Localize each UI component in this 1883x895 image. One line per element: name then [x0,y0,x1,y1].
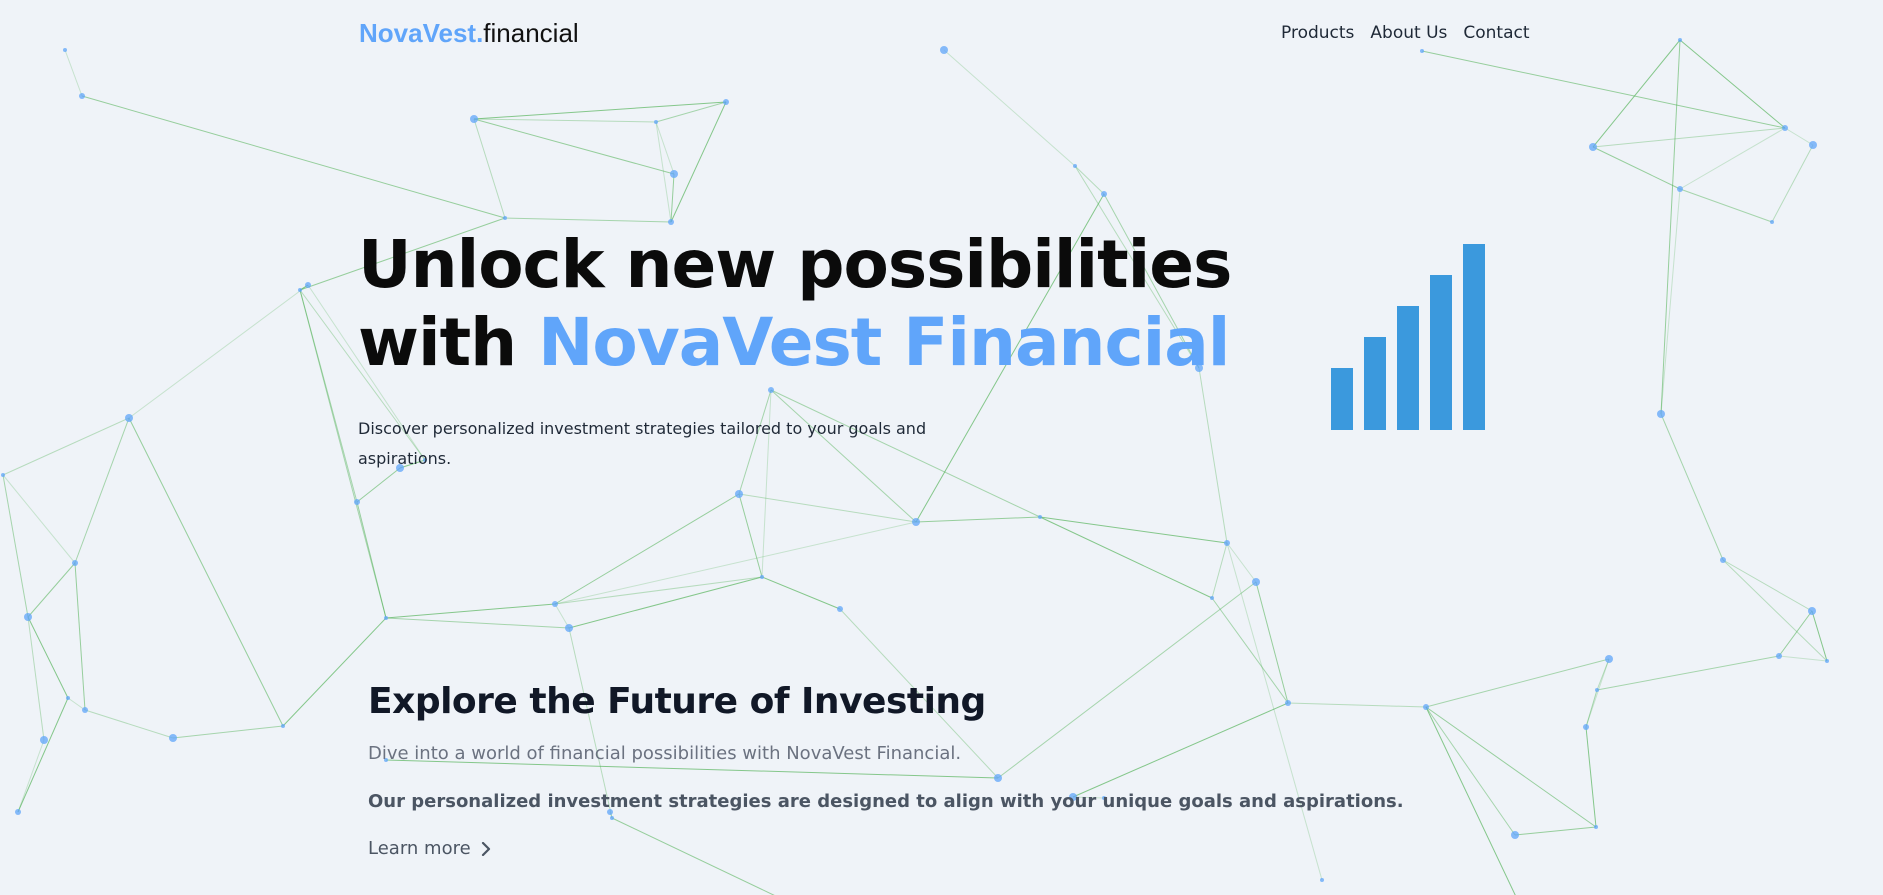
learn-more-link[interactable]: Learn more [368,836,491,862]
nav-link-about-us[interactable]: About Us [1370,22,1447,44]
logo-suffix: financial [483,18,579,48]
nav-link-products[interactable]: Products [1281,22,1354,44]
nav-link-contact[interactable]: Contact [1463,22,1529,44]
learn-more-label: Learn more [368,838,471,859]
hero-title-line1: Unlock new possibilities [358,226,1232,303]
logo[interactable]: NovaVest.financial [359,16,579,51]
hero-subtitle: Discover personalized investment strateg… [358,419,927,468]
bar-chart-icon-bar [1331,368,1353,430]
section-title: Explore the Future of Investing [368,681,986,722]
bar-chart-icon-bar [1397,306,1419,430]
bar-chart-icon-bar [1463,244,1485,430]
bar-chart-icon-bar [1364,337,1386,430]
bar-chart-icon [1331,244,1485,430]
section-description: Our personalized investment strategies a… [368,791,1404,812]
bar-chart-icon-bar [1430,275,1452,430]
main-nav: Products About Us Contact [1281,22,1530,44]
hero-title-line2-prefix: with [358,304,539,381]
hero-title: Unlock new possibilities with NovaVest F… [358,226,1232,382]
section-intro: Dive into a world of financial possibili… [368,743,962,764]
hero-title-accent: NovaVest Financial [538,304,1230,381]
chevron-right-icon [481,842,490,856]
logo-brand: NovaVest. [359,18,484,48]
